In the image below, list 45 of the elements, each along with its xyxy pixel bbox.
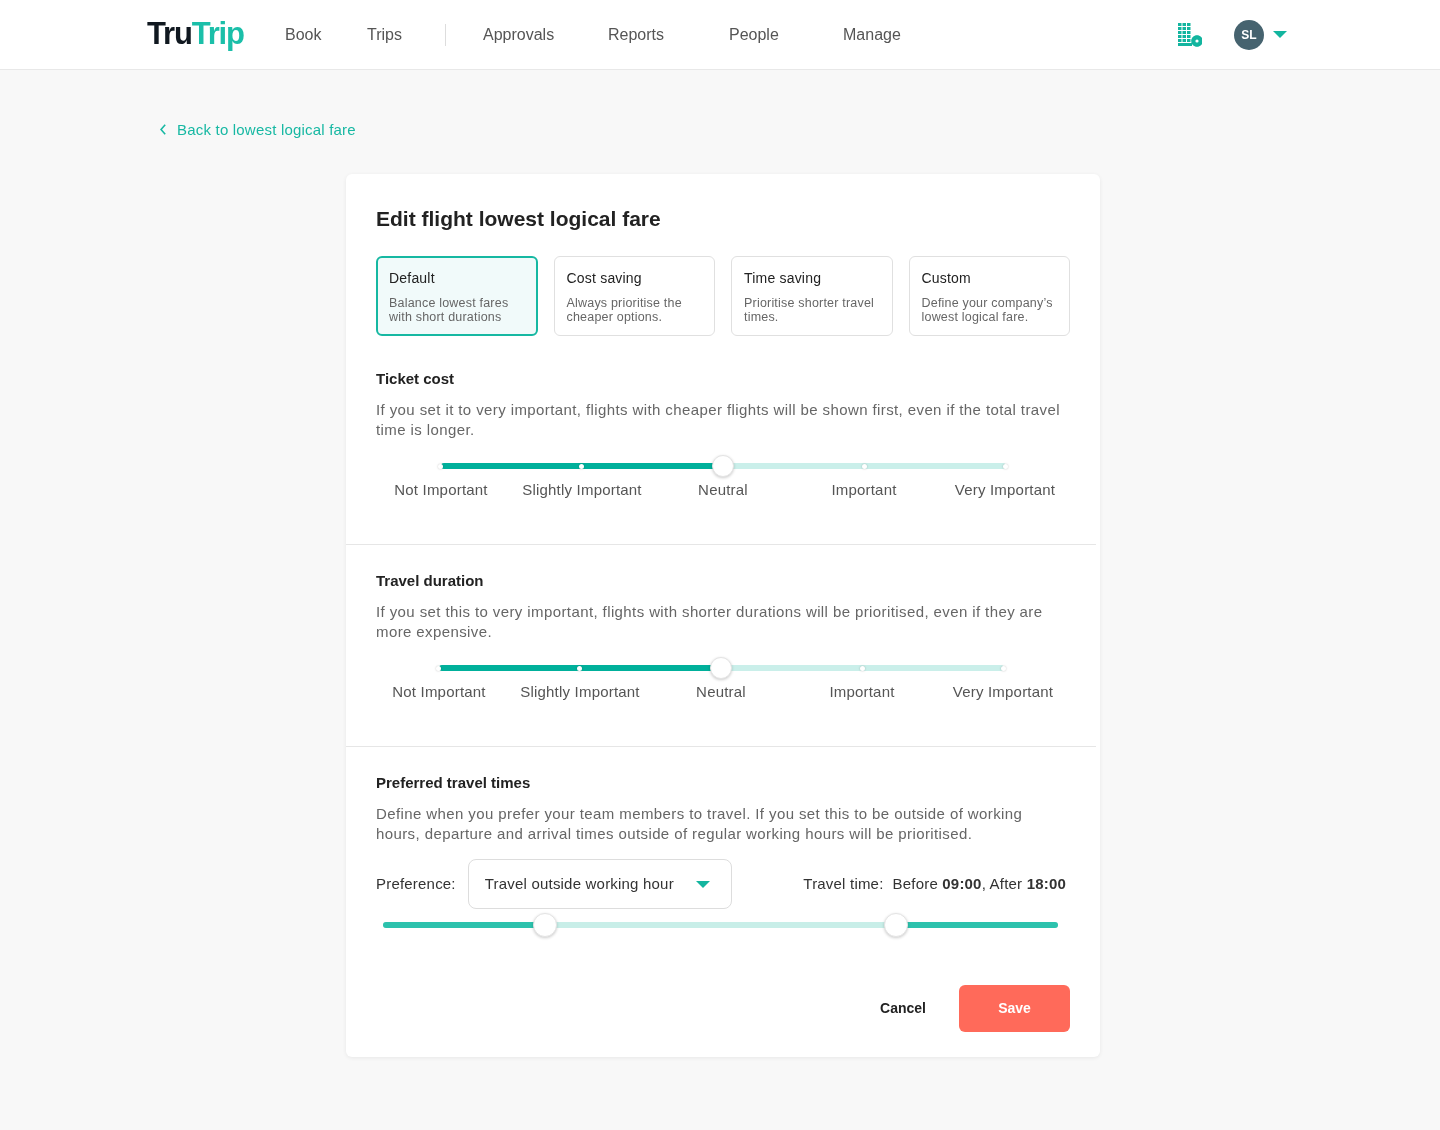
preset-option[interactable]: Custom Define your company’s lowest logical fare. <box>908 256 1070 336</box>
importance-label: Neutral <box>698 480 748 500</box>
section-description: If you set it to very important, flights with cheaper flights will be shown first, even if the total travel time is longer. <box>376 400 1061 440</box>
section-heading: Preferred travel times <box>376 773 532 793</box>
range-thumb[interactable] <box>884 913 908 937</box>
logo[interactable]: TruTrip <box>147 16 244 51</box>
preference-label: Preference: <box>376 873 456 894</box>
travel-time-value: Before 09:00, After 18:00 <box>892 873 1066 894</box>
importance-label: Not Important <box>394 480 488 500</box>
caret-down-icon <box>695 880 710 888</box>
building-settings-icon[interactable] <box>1177 22 1202 47</box>
section-description: Define when you prefer your team members to travel. If you set this to be outside of working hours, departure and arrival times outside of regular working hours will be prioritised. <box>376 804 1024 844</box>
nav-link[interactable]: Manage <box>843 24 901 45</box>
caret-down-icon[interactable] <box>1273 31 1287 38</box>
importance-label: Very Important <box>952 682 1054 702</box>
preference-dropdown[interactable]: Travel outside working hour <box>467 859 732 909</box>
importance-label: Not Important <box>392 682 486 702</box>
importance-label: Slightly Important <box>520 682 640 702</box>
section-heading: Ticket cost <box>376 369 456 389</box>
importance-label: Very Important <box>954 480 1056 500</box>
slider-thumb[interactable] <box>712 455 734 477</box>
travel-time-label: Travel time: <box>803 873 884 894</box>
section-description: If you set this to very important, flights with shorter durations will be prioritised, even if they are more expensive. <box>376 602 1044 642</box>
importance-label: Important <box>829 682 895 702</box>
nav-link[interactable]: Reports <box>608 24 665 45</box>
card-title: Edit flight lowest logical fare <box>376 207 662 231</box>
preset-option[interactable]: Cost saving Always prioritise the cheaper options. <box>553 256 715 336</box>
nav-link[interactable]: Book <box>285 24 322 45</box>
importance-label: Neutral <box>696 682 746 702</box>
nav-link[interactable]: Trips <box>367 24 402 45</box>
preset-option[interactable]: Time saving Prioritise shorter travel times. <box>731 256 893 336</box>
section-heading: Travel duration <box>376 571 485 591</box>
cancel-button[interactable]: Cancel <box>880 998 926 1019</box>
user-avatar[interactable]: SL <box>1234 19 1264 50</box>
travel-time-range-slider[interactable] <box>383 912 1058 938</box>
importance-label: Important <box>831 480 897 500</box>
nav-link[interactable]: Approvals <box>483 24 555 45</box>
preset-option[interactable]: Default Balance lowest fares with short durations <box>376 256 538 336</box>
importance-slider-track[interactable] <box>440 454 1006 478</box>
importance-label: Slightly Important <box>522 480 642 500</box>
importance-slider-track[interactable] <box>438 656 1004 680</box>
range-thumb[interactable] <box>533 913 557 937</box>
nav-link[interactable]: People <box>729 24 779 45</box>
chevron-left-icon <box>160 124 166 135</box>
slider-thumb[interactable] <box>710 657 732 679</box>
